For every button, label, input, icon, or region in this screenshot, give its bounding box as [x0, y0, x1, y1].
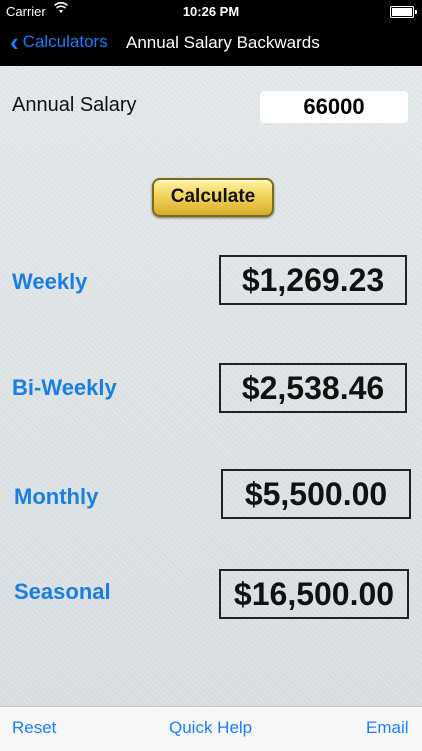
weekly-label: Weekly	[12, 269, 88, 294]
battery-icon	[390, 6, 417, 18]
monthly-label: Monthly	[14, 484, 99, 509]
chevron-left-icon: ‹	[10, 27, 19, 57]
back-button-label: Calculators	[22, 32, 108, 51]
seasonal-label: Seasonal	[14, 579, 111, 604]
annual-salary-label: Annual Salary	[12, 94, 137, 116]
calculate-button[interactable]: Calculate	[152, 178, 274, 217]
seasonal-value: $16,500.00	[219, 569, 409, 619]
bi-weekly-label: Bi-Weekly	[12, 375, 117, 400]
bi-weekly-value: $2,538.46	[219, 363, 407, 413]
annual-salary-input[interactable]: 66000	[260, 91, 408, 123]
weekly-value: $1,269.23	[219, 255, 407, 305]
reset-button[interactable]: Reset	[12, 718, 56, 738]
status-time: 10:26 PM	[182, 4, 240, 19]
page-title: Annual Salary Backwards	[126, 33, 320, 52]
back-button[interactable]: ‹ Calculators	[10, 27, 108, 57]
top-bar: Carrier 10:26 PM ‹ Calculators Annual Sa…	[0, 0, 422, 66]
main-content: Annual Salary 66000 Calculate Weekly $1,…	[0, 66, 422, 706]
navigation-bar: ‹ Calculators Annual Salary Backwards	[0, 22, 422, 66]
bottom-toolbar: Reset Quick Help Email	[0, 706, 422, 751]
monthly-value: $5,500.00	[221, 469, 411, 519]
email-button[interactable]: Email	[366, 718, 409, 738]
quick-help-button[interactable]: Quick Help	[169, 718, 252, 738]
status-bar: Carrier 10:26 PM	[0, 0, 422, 22]
